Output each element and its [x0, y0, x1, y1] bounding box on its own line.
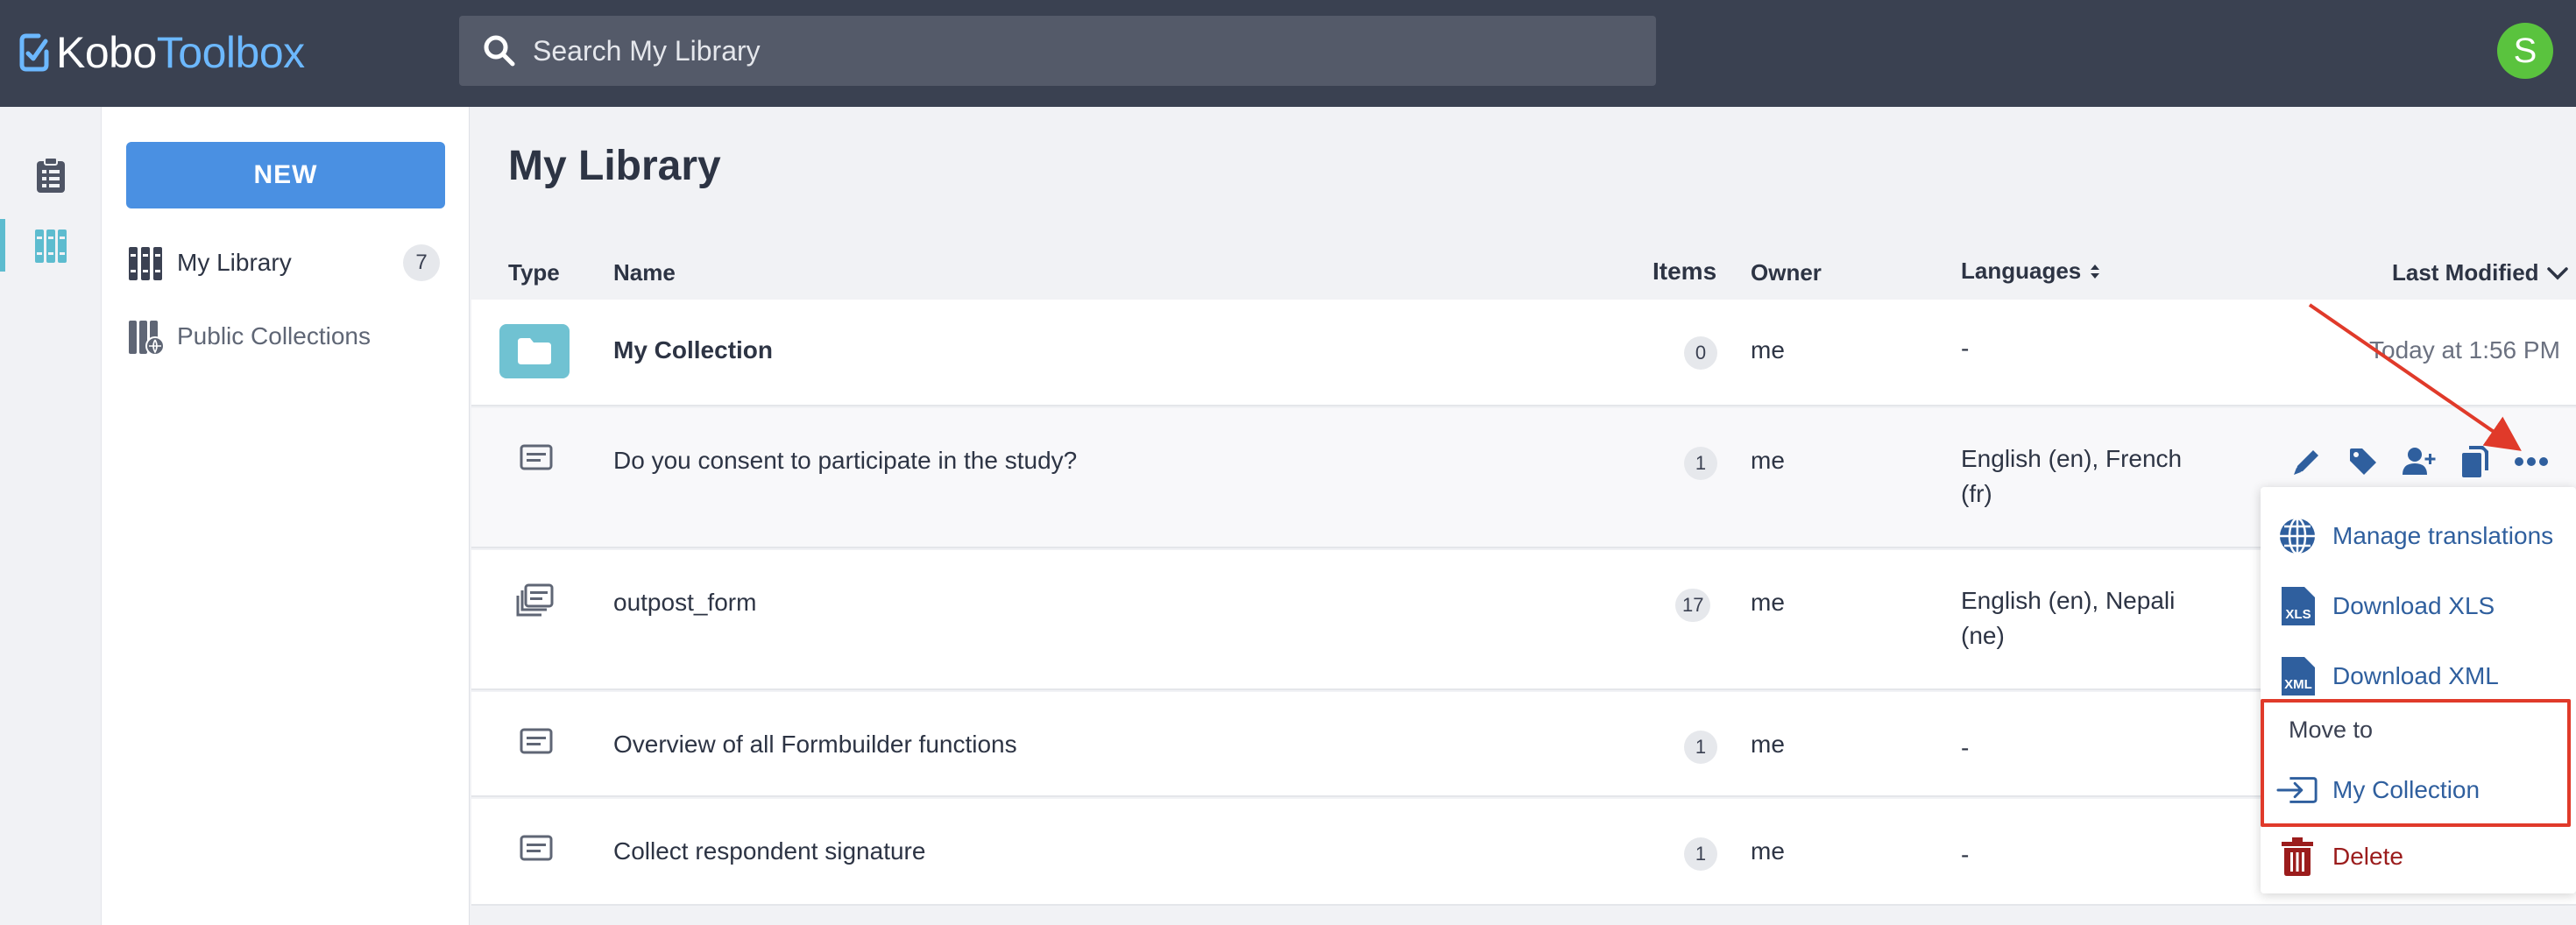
- item-count-badge: 0: [1684, 336, 1717, 370]
- svg-text:XML: XML: [2284, 677, 2312, 692]
- question-icon: [520, 835, 553, 861]
- xml-file-icon: XML: [2276, 655, 2318, 697]
- svg-text:XLS: XLS: [2285, 607, 2311, 622]
- last-modified-header-label: Last Modified: [2392, 259, 2539, 286]
- question-icon: [520, 444, 553, 470]
- library-sidebar: NEW My Library 7 Public Collections: [102, 107, 470, 925]
- edit-button[interactable]: [2287, 441, 2327, 482]
- column-header-items[interactable]: Items: [1652, 258, 1716, 286]
- sidebar-item-label: Public Collections: [177, 322, 371, 350]
- more-dots-icon: [2515, 457, 2548, 466]
- row-name[interactable]: outpost_form: [613, 589, 756, 617]
- column-header-type: Type: [508, 259, 560, 286]
- rail-library[interactable]: [0, 219, 102, 272]
- sidebar-item-label: My Library: [177, 249, 292, 276]
- column-header-owner[interactable]: Owner: [1751, 259, 1822, 286]
- manage-translations-label: Manage translations: [2332, 522, 2554, 549]
- column-header-name[interactable]: Name: [613, 259, 676, 286]
- search-icon: [484, 35, 515, 67]
- languages-header-label: Languages: [1961, 258, 2082, 284]
- search-box[interactable]: Search My Library: [459, 16, 1656, 86]
- public-collections-icon: [129, 321, 165, 356]
- delete-label: Delete: [2332, 843, 2403, 870]
- sort-icon: [2091, 264, 2100, 279]
- more-actions-button[interactable]: [2511, 441, 2551, 482]
- row-languages: English (en), French (fr): [1961, 445, 2183, 507]
- item-count-badge: 1: [1684, 731, 1717, 764]
- delete-item[interactable]: Delete: [2261, 825, 2576, 888]
- row-owner: me: [1751, 336, 1785, 364]
- library-books-icon: [129, 247, 162, 280]
- row-name[interactable]: Collect respondent signature: [613, 837, 925, 865]
- library-count-badge: 7: [403, 244, 440, 281]
- row-owner: me: [1751, 447, 1785, 474]
- row-languages: -: [1961, 841, 1970, 868]
- clone-button[interactable]: [2455, 441, 2495, 482]
- kobotoolbox-logo[interactable]: Kobo Toolbox: [19, 25, 305, 81]
- table-row[interactable]: My Collection 0 me - Today at 1:56 PM: [471, 300, 2576, 406]
- row-owner: me: [1751, 837, 1785, 865]
- folder-icon: [499, 324, 570, 378]
- download-xls-label: Download XLS: [2332, 592, 2495, 619]
- row-name[interactable]: My Collection: [613, 336, 773, 364]
- row-languages: English (en), Nepali (ne): [1961, 587, 2176, 649]
- column-header-languages[interactable]: Languages: [1961, 258, 2102, 285]
- tag-icon: [2350, 448, 2376, 475]
- item-count-badge: 17: [1675, 589, 1711, 622]
- row-languages: -: [1961, 734, 1970, 761]
- more-actions-menu: Manage translations XLS Download XLS XML…: [2261, 487, 2576, 893]
- download-xml-label: Download XML: [2332, 662, 2499, 689]
- row-owner: me: [1751, 731, 1785, 758]
- clipboard-icon: [37, 157, 65, 193]
- table-header: Type Name Items Owner Languages Last Mod…: [471, 247, 2576, 303]
- row-name[interactable]: Do you consent to participate in the stu…: [613, 447, 1077, 475]
- rail-projects[interactable]: [0, 149, 102, 201]
- new-button[interactable]: NEW: [126, 142, 445, 208]
- page-title: My Library: [508, 143, 721, 189]
- item-count-badge: 1: [1684, 447, 1717, 480]
- row-name[interactable]: Overview of all Formbuilder functions: [613, 731, 1017, 759]
- sidebar-item-my-library[interactable]: My Library 7: [126, 237, 445, 289]
- row-owner: me: [1751, 589, 1785, 616]
- logo-text-toolbox: Toolbox: [156, 28, 305, 77]
- manage-translations-item[interactable]: Manage translations: [2261, 505, 2576, 568]
- search-input[interactable]: Search My Library: [533, 35, 761, 67]
- top-bar: Kobo Toolbox Search My Library S: [0, 0, 2576, 107]
- template-icon: [516, 583, 554, 617]
- download-xls-item[interactable]: XLS Download XLS: [2261, 575, 2576, 638]
- sidebar-item-public-collections[interactable]: Public Collections: [126, 310, 445, 363]
- row-actions: [2287, 440, 2551, 484]
- column-header-last-modified[interactable]: Last Modified: [2392, 259, 2569, 286]
- item-count-badge: 1: [1684, 837, 1717, 871]
- library-books-icon: [35, 229, 67, 263]
- add-user-icon: [2403, 448, 2436, 475]
- row-last-modified: Today at 1:56 PM: [2369, 336, 2560, 364]
- pencil-icon: [2294, 450, 2318, 475]
- copy-icon: [2462, 446, 2488, 477]
- chevron-down-icon: [2546, 266, 2568, 279]
- globe-icon: [2276, 515, 2318, 557]
- icon-rail: [0, 107, 102, 925]
- annotation-highlight-box: [2261, 699, 2571, 827]
- user-avatar[interactable]: S: [2497, 23, 2553, 79]
- logo-text-kobo: Kobo: [56, 28, 157, 77]
- logo-mark-icon: [19, 33, 49, 72]
- question-icon: [520, 728, 553, 754]
- row-languages: -: [1961, 335, 1970, 362]
- share-button[interactable]: [2399, 441, 2439, 482]
- xls-file-icon: XLS: [2276, 585, 2318, 627]
- tag-button[interactable]: [2343, 441, 2383, 482]
- trash-icon: [2276, 836, 2318, 878]
